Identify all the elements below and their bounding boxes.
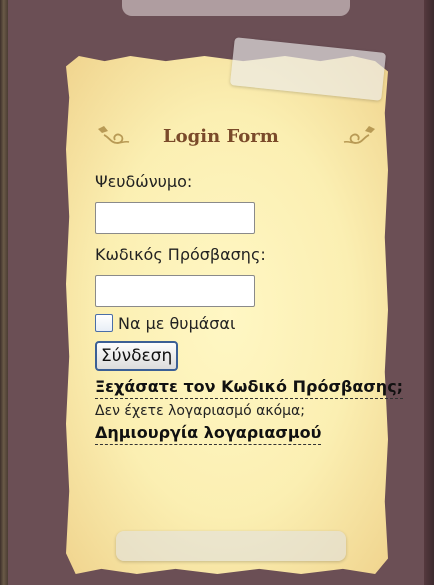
login-form: Login Form Ψευδώνυμο: Κωδικός Πρόσβασης:…: [95, 115, 434, 525]
password-field[interactable]: [95, 275, 255, 307]
flourish-right-icon: [343, 126, 375, 144]
create-account-link[interactable]: Δημιουργία λογαριασμού: [95, 423, 322, 445]
username-field[interactable]: [95, 202, 255, 234]
username-label: Ψευδώνυμο:: [95, 172, 193, 191]
remember-me-row: Να με θυμάσαι: [95, 311, 434, 335]
form-title: Login Form: [163, 126, 279, 147]
tape-top: [122, 0, 350, 16]
remember-me-label[interactable]: Να με θυμάσαι: [118, 314, 235, 333]
wooden-edge: [0, 0, 8, 585]
form-header: Login Form: [95, 115, 380, 155]
remember-me-checkbox[interactable]: [95, 314, 113, 332]
flourish-left-icon: [98, 126, 130, 144]
login-button[interactable]: Σύνδεση: [95, 341, 179, 371]
password-label: Κωδικός Πρόσβασης:: [95, 245, 266, 264]
forgot-password-link[interactable]: Ξεχάσατε τον Κωδικό Πρόσβασης;: [95, 377, 404, 399]
tape-bottom: [116, 531, 346, 561]
no-account-text: Δεν έχετε λογαριασμό ακόμα;: [95, 403, 305, 419]
